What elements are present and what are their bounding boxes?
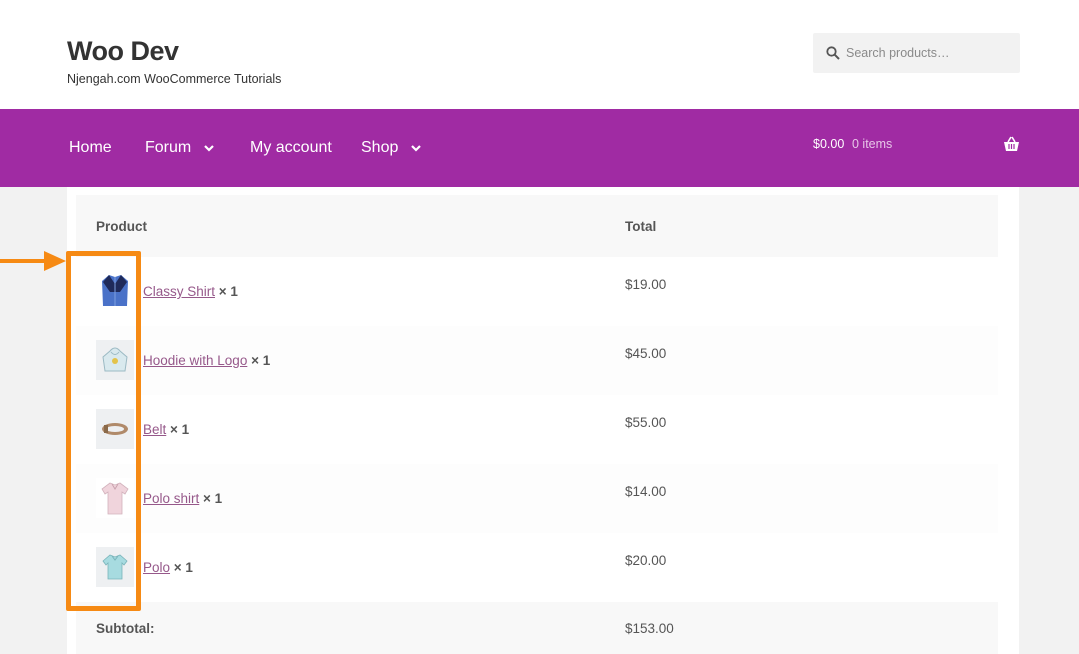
- arrow-icon: [0, 251, 66, 271]
- product-quantity: × 1: [170, 422, 190, 437]
- highlight-box: [66, 251, 141, 611]
- order-review: Product Total Classy Shirt × 1 $19.00 Ho…: [67, 187, 1019, 654]
- subtotal-label: Subtotal:: [96, 621, 155, 636]
- order-table: Product Total Classy Shirt × 1 $19.00 Ho…: [76, 195, 998, 654]
- search-icon: [826, 46, 840, 60]
- site-title[interactable]: Woo Dev: [67, 36, 179, 67]
- product-link[interactable]: Classy Shirt: [143, 284, 215, 299]
- search-placeholder: Search products…: [846, 46, 950, 60]
- table-header-row: Product Total: [76, 195, 998, 257]
- search-input[interactable]: Search products…: [813, 33, 1020, 73]
- nav-item-label: My account: [250, 139, 332, 156]
- table-row: Polo shirt × 1 $14.00: [76, 464, 998, 533]
- table-row: Polo × 1 $20.00: [76, 533, 998, 602]
- table-row: Belt × 1 $55.00: [76, 395, 998, 464]
- chevron-down-icon: [204, 145, 215, 152]
- nav-item-forum[interactable]: Forum: [145, 139, 215, 157]
- site-tagline: Njengah.com WooCommerce Tutorials: [67, 72, 282, 86]
- nav-item-home[interactable]: Home: [69, 139, 112, 157]
- nav-item-label: Forum: [145, 139, 192, 156]
- line-total: $14.00: [625, 484, 667, 499]
- site-header: Woo Dev Njengah.com WooCommerce Tutorial…: [0, 0, 1079, 109]
- basket-icon[interactable]: [1003, 136, 1020, 152]
- table-row: Hoodie with Logo × 1 $45.00: [76, 326, 998, 395]
- product-link[interactable]: Polo: [143, 560, 170, 575]
- line-total: $20.00: [625, 553, 667, 568]
- chevron-down-icon: [411, 145, 422, 152]
- subtotal-row: Subtotal: $153.00: [76, 602, 998, 654]
- line-total: $19.00: [625, 277, 667, 292]
- nav-item-label: Shop: [361, 139, 399, 156]
- product-quantity: × 1: [218, 284, 238, 299]
- nav-item-label: Home: [69, 139, 112, 156]
- primary-nav: Home Forum My account Shop $0.00 0 items: [0, 109, 1079, 187]
- column-header-product: Product: [96, 219, 148, 234]
- column-header-total: Total: [625, 219, 657, 234]
- product-quantity: × 1: [173, 560, 193, 575]
- product-quantity: × 1: [251, 353, 271, 368]
- nav-item-my-account[interactable]: My account: [250, 139, 332, 157]
- product-link[interactable]: Belt: [143, 422, 166, 437]
- cart-amount[interactable]: $0.00: [813, 137, 844, 151]
- product-link[interactable]: Hoodie with Logo: [143, 353, 247, 368]
- line-total: $45.00: [625, 346, 667, 361]
- cart-count[interactable]: 0 items: [852, 137, 892, 151]
- nav-item-shop[interactable]: Shop: [361, 139, 422, 157]
- table-row: Classy Shirt × 1 $19.00: [76, 257, 998, 326]
- subtotal-value: $153.00: [625, 621, 674, 636]
- line-total: $55.00: [625, 415, 667, 430]
- product-link[interactable]: Polo shirt: [143, 491, 199, 506]
- product-quantity: × 1: [203, 491, 223, 506]
